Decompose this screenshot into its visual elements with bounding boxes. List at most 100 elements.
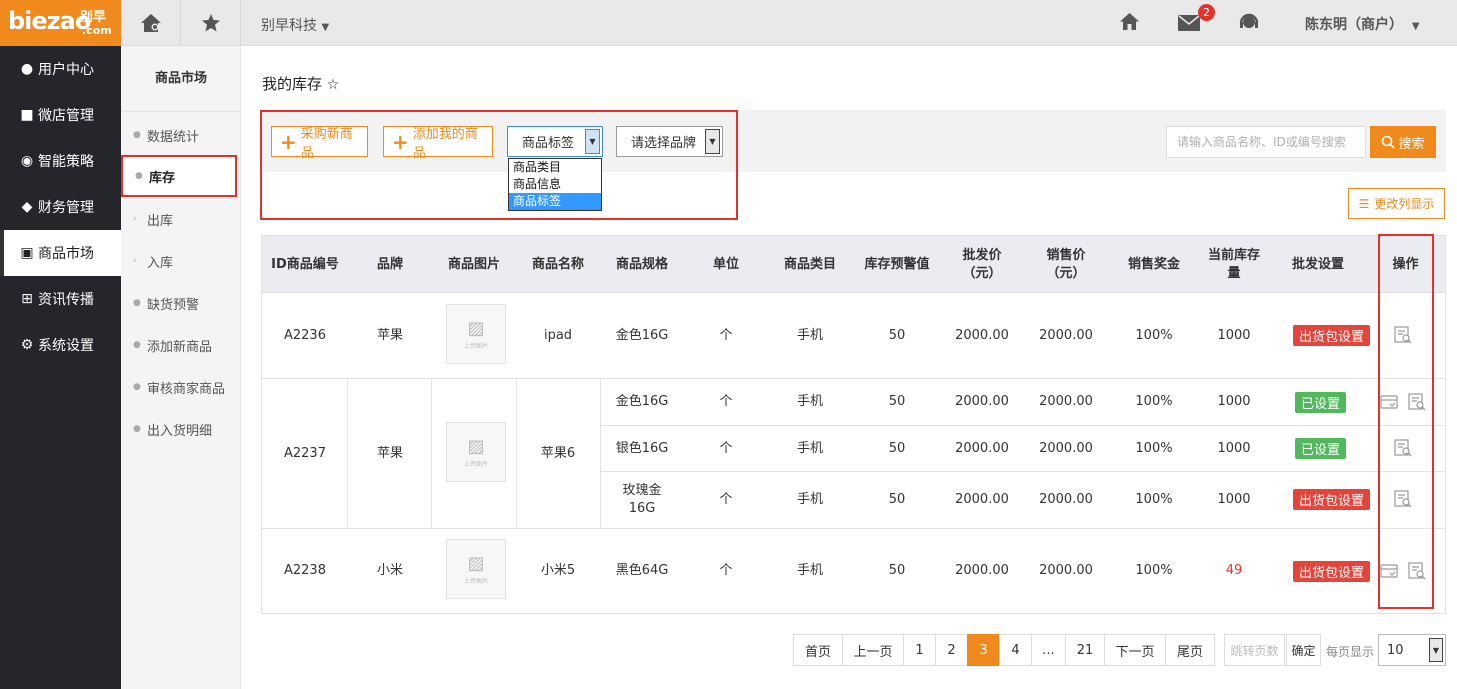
home-icon[interactable] xyxy=(1119,12,1140,31)
support-headset-icon[interactable] xyxy=(1238,11,1260,33)
cell-name: 苹果6 xyxy=(540,445,576,461)
dropdown-option[interactable]: 商品信息 xyxy=(509,176,601,193)
cell-unit: 个 xyxy=(719,563,733,578)
view-detail-icon[interactable] xyxy=(1408,393,1426,411)
search-button[interactable]: 搜索 xyxy=(1370,126,1436,158)
sub-item-label: 出入货明细 xyxy=(147,423,213,439)
sub-item-stats[interactable]: ● 数据统计 xyxy=(121,114,241,156)
sidebar-item-strategy[interactable]: ◉ 智能策略 xyxy=(0,138,121,184)
sub-item-inventory[interactable]: ● 库存 xyxy=(121,155,237,197)
page-title: 我的库存 ☆ xyxy=(262,73,339,94)
sidebar-item-label: 商品市场 xyxy=(38,246,94,262)
sidebar-item-label: 微店管理 xyxy=(38,108,94,124)
upload-image-label: 上传图片 xyxy=(463,343,488,350)
dropdown-option-selected[interactable]: 商品标签 xyxy=(509,193,601,210)
cell-stock: 1000 xyxy=(1217,394,1251,409)
page-last[interactable]: 尾页 xyxy=(1165,634,1215,666)
jump-page-input[interactable]: 跳转页数 xyxy=(1224,634,1285,666)
add-mine-label: 添加我的商品 xyxy=(412,126,478,161)
product-tag-select[interactable]: 商品标签 ▼ xyxy=(507,126,603,157)
sub-item-review[interactable]: ● 审核商家商品 xyxy=(121,366,241,408)
cell-unit: 个 xyxy=(719,440,733,456)
gear-icon: ⚙ xyxy=(20,337,34,353)
page-number[interactable]: 2 xyxy=(935,634,968,666)
sub-item-io-detail[interactable]: ● 出入货明细 xyxy=(121,408,241,450)
sidebar-item-label: 用户中心 xyxy=(38,62,94,78)
view-detail-icon[interactable] xyxy=(1394,326,1412,344)
change-columns-button[interactable]: ☰ 更改列显示 xyxy=(1348,188,1445,219)
cell-warning: 50 xyxy=(888,328,906,343)
view-detail-icon[interactable] xyxy=(1394,439,1412,457)
settled-button[interactable]: 已设置 xyxy=(1295,392,1347,413)
logo[interactable]: biezao 别早 .com xyxy=(0,0,121,46)
cell-warning: 50 xyxy=(888,394,906,409)
sub-item-inbound[interactable]: › 入库 xyxy=(121,240,241,282)
list-icon: ☰ xyxy=(1358,196,1370,211)
page-current[interactable]: 3 xyxy=(967,634,1000,666)
tag-select-dropdown: 商品类目 商品信息 商品标签 xyxy=(508,158,602,211)
sub-item-label: 缺货预警 xyxy=(147,297,200,313)
dropdown-option[interactable]: 商品类目 xyxy=(509,159,601,176)
market-icon: ▣ xyxy=(20,245,34,261)
page-prev[interactable]: 上一页 xyxy=(842,634,904,666)
user-icon: ● xyxy=(20,61,34,77)
store-icon: ■ xyxy=(20,107,34,123)
home-shortcut-button[interactable] xyxy=(121,0,181,46)
cell-brand: 小米 xyxy=(376,563,403,578)
company-name: 别早科技 xyxy=(261,18,317,34)
card-icon[interactable] xyxy=(1380,394,1398,410)
product-image-placeholder[interactable]: ▨ 上传图片 xyxy=(446,304,506,364)
cell-category: 手机 xyxy=(796,492,823,507)
cell-brand: 苹果 xyxy=(376,445,403,461)
page-first[interactable]: 首页 xyxy=(793,634,843,666)
cell-unit: 个 xyxy=(719,328,733,343)
sidebar-item-market[interactable]: ▣ 商品市场 xyxy=(0,230,121,276)
th-wholesale: 批发价（元） xyxy=(962,247,1002,281)
page-number[interactable]: 1 xyxy=(903,634,936,666)
sub-item-outbound[interactable]: › 出库 xyxy=(121,198,241,240)
settled-button[interactable]: 已设置 xyxy=(1295,438,1347,459)
cell-wholesale: 2000.00 xyxy=(955,394,1009,409)
sidebar-item-news[interactable]: ⊞ 资讯传播 xyxy=(0,276,121,322)
shipment-setting-button[interactable]: 出货包设置 xyxy=(1293,561,1371,582)
mail-icon[interactable] xyxy=(1178,15,1200,31)
company-dropdown[interactable]: 别早科技 ▼ xyxy=(261,15,329,35)
th-unit: 单位 xyxy=(712,256,739,272)
product-image-placeholder[interactable]: ▨ 上传图片 xyxy=(446,422,506,482)
card-icon[interactable] xyxy=(1380,563,1398,579)
jump-confirm-button[interactable]: 确定 xyxy=(1286,634,1321,666)
cell-stock-low: 49 xyxy=(1225,563,1243,578)
sidebar-item-store[interactable]: ■ 微店管理 xyxy=(0,92,121,138)
search-input[interactable]: 请输入商品名称、ID或编号搜索 xyxy=(1166,126,1366,158)
view-detail-icon[interactable] xyxy=(1408,562,1426,580)
sub-item-shortage[interactable]: ● 缺货预警 xyxy=(121,282,241,324)
cell-spec: 金色16G xyxy=(615,328,669,343)
page-ellipsis: ... xyxy=(1031,634,1066,666)
cell-spec: 金色16G xyxy=(615,394,669,409)
th-brand: 品牌 xyxy=(376,256,403,272)
page-next[interactable]: 下一页 xyxy=(1104,634,1166,666)
cell-name: ipad xyxy=(543,328,573,343)
star-outline-icon[interactable]: ☆ xyxy=(327,77,340,93)
page-number[interactable]: 4 xyxy=(999,634,1032,666)
change-columns-label: 更改列显示 xyxy=(1374,197,1435,211)
sidebar-item-settings[interactable]: ⚙ 系统设置 xyxy=(0,322,121,368)
product-image-placeholder[interactable]: ▨ 上传图片 xyxy=(446,539,506,599)
favorites-button[interactable] xyxy=(181,0,241,46)
add-my-product-button[interactable]: + 添加我的商品 xyxy=(383,126,493,161)
cell-wholesale: 2000.00 xyxy=(955,492,1009,507)
sidebar-item-finance[interactable]: ◆ 财务管理 xyxy=(0,184,121,230)
sidebar-item-user-center[interactable]: ● 用户中心 xyxy=(0,46,121,92)
brand-select[interactable]: 请选择品牌 ▼ xyxy=(616,126,723,157)
sub-item-add-product[interactable]: ● 添加新商品 xyxy=(121,324,241,366)
shipment-setting-button[interactable]: 出货包设置 xyxy=(1293,325,1371,346)
per-page-select[interactable]: 10 ▼ xyxy=(1378,634,1446,666)
page-number[interactable]: 21 xyxy=(1065,634,1105,666)
view-detail-icon[interactable] xyxy=(1394,490,1412,508)
user-menu[interactable]: 陈东明（商户） ▼ xyxy=(1305,14,1420,34)
home-gear-icon xyxy=(140,14,161,32)
image-icon: ▨ xyxy=(467,553,485,574)
cell-category: 手机 xyxy=(796,440,823,456)
shipment-setting-button[interactable]: 出货包设置 xyxy=(1293,489,1371,510)
buy-new-product-button[interactable]: + 采购新商品 xyxy=(271,126,368,161)
